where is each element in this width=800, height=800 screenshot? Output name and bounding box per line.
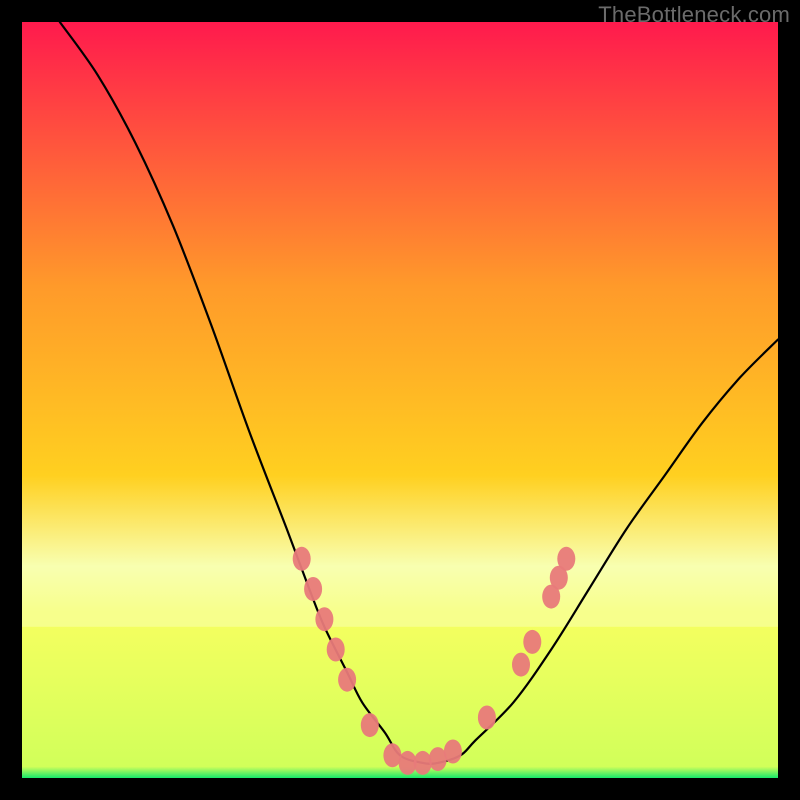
marker-dot	[512, 653, 530, 677]
marker-dot	[414, 751, 432, 775]
marker-dot	[304, 577, 322, 601]
gradient-background	[22, 22, 778, 778]
bottleneck-chart	[22, 22, 778, 778]
marker-dot	[478, 706, 496, 730]
marker-dot	[327, 638, 345, 662]
chart-frame	[22, 22, 778, 778]
marker-dot	[338, 668, 356, 692]
marker-dot	[293, 547, 311, 571]
marker-dot	[361, 713, 379, 737]
marker-dot	[557, 547, 575, 571]
marker-dot	[444, 740, 462, 764]
marker-dot	[315, 607, 333, 631]
marker-dot	[523, 630, 541, 654]
highlight-band	[22, 566, 778, 627]
